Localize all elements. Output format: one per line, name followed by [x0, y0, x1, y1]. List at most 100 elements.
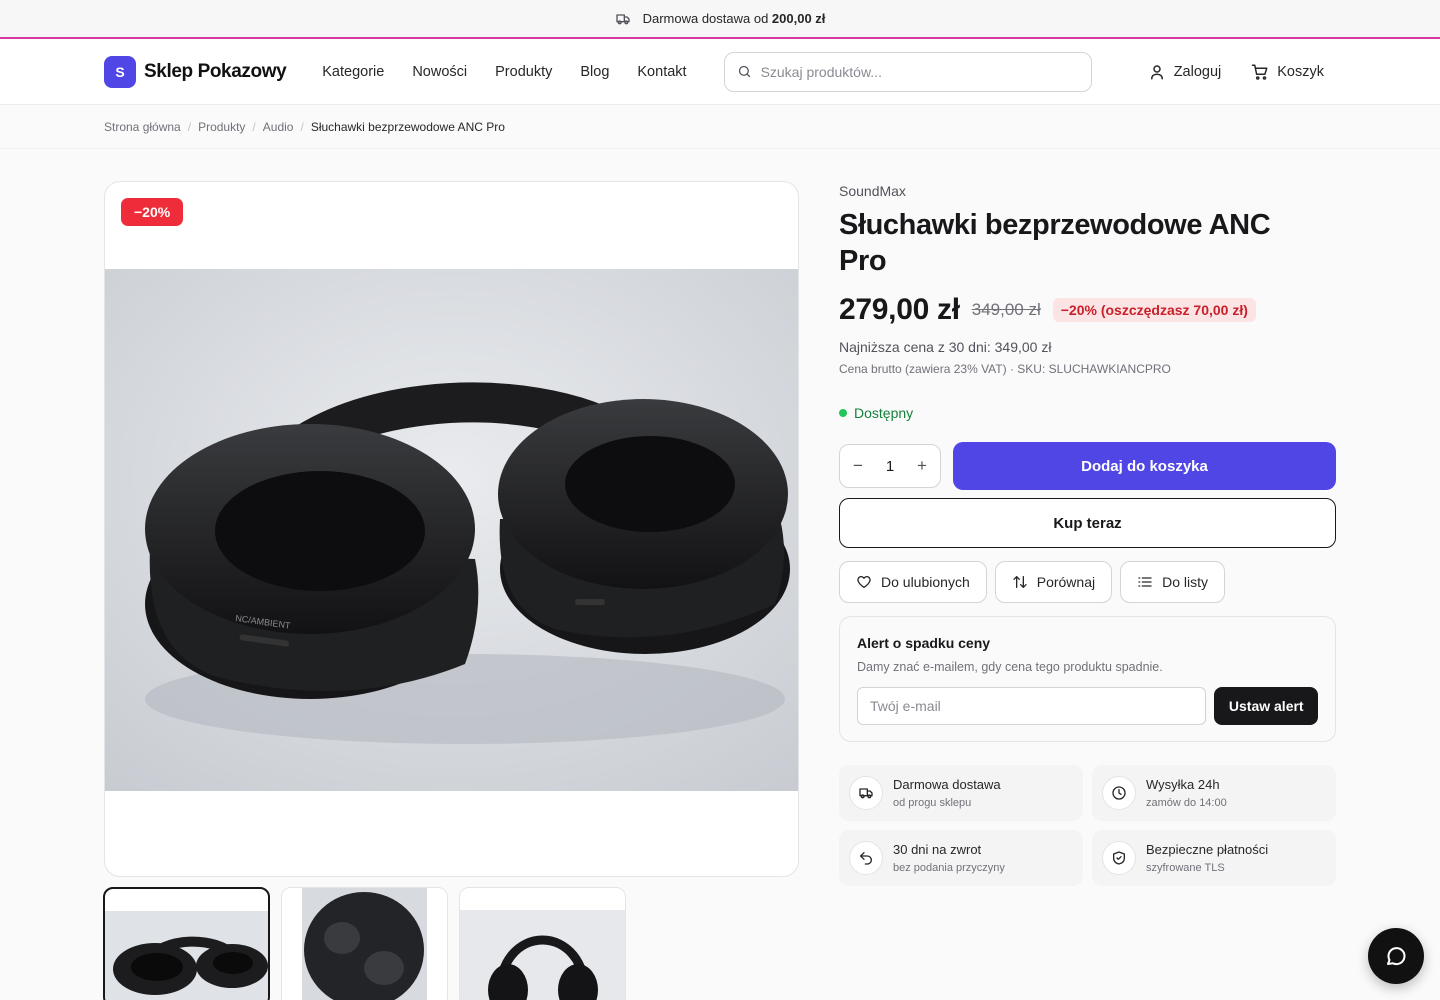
breadcrumb-current: Słuchawki bezprzewodowe ANC Pro: [310, 119, 505, 134]
thumbnail-image: [282, 888, 447, 1000]
nav-kontakt[interactable]: Kontakt: [637, 64, 686, 80]
breadcrumb-products[interactable]: Produkty: [198, 120, 245, 134]
clock-icon: [1112, 786, 1126, 800]
benefit-icon-wrap: [849, 841, 883, 875]
logo-mark: S: [104, 55, 136, 88]
stock-label: Dostępny: [854, 405, 914, 421]
benefit-text: 30 dni na zwrot bez podania przyczyny: [893, 842, 1005, 874]
wishlist-label: Do ulubionych: [881, 574, 970, 590]
search-box[interactable]: [723, 51, 1092, 92]
discount-badge: −20%: [121, 198, 184, 226]
quantity-increase-button[interactable]: +: [915, 456, 929, 476]
shield-icon: [1113, 851, 1125, 865]
list-icon: [1138, 577, 1152, 587]
benefit-text: Bezpieczne płatności szyfrowane TLS: [1146, 842, 1268, 874]
add-to-cart-button[interactable]: Dodaj do koszyka: [953, 442, 1336, 490]
benefit-title: Darmowa dostawa: [893, 777, 1001, 792]
secondary-actions: Do ulubionych Porównaj Do listy: [839, 561, 1336, 603]
benefit-subtitle: bez podania przyczyny: [893, 862, 1005, 874]
benefit-text: Wysyłka 24h zamów do 14:00: [1146, 777, 1227, 809]
cart-link[interactable]: Koszyk: [1251, 63, 1324, 81]
nav-blog[interactable]: Blog: [580, 64, 609, 80]
search-icon: [738, 65, 750, 78]
cart-row: − 1 + Dodaj do koszyka: [839, 442, 1336, 490]
compare-button[interactable]: Porównaj: [994, 561, 1113, 603]
breadcrumb-audio[interactable]: Audio: [263, 120, 294, 134]
benefit-icon-wrap: [849, 776, 883, 810]
quantity-stepper: − 1 +: [839, 444, 941, 488]
compare-label: Porównaj: [1036, 574, 1096, 590]
benefit-text: Darmowa dostawa od progu sklepu: [893, 777, 1001, 809]
product-brand[interactable]: SoundMax: [839, 183, 1336, 199]
benefits-grid: Darmowa dostawa od progu sklepu Wysyłka …: [839, 765, 1336, 886]
chat-button[interactable]: [1368, 928, 1424, 984]
wishlist-button[interactable]: Do ulubionych: [839, 561, 987, 603]
price-alert-box: Alert o spadku ceny Damy znać e-mailem, …: [839, 616, 1336, 742]
return-icon: [860, 852, 872, 865]
nav-kategorie[interactable]: Kategorie: [322, 64, 384, 80]
breadcrumb-separator: /: [300, 119, 304, 134]
benefit-title: 30 dni na zwrot: [893, 842, 982, 857]
main-nav: Kategorie Nowości Produkty Blog Kontakt: [322, 64, 686, 80]
benefit-shipping-24h: Wysyłka 24h zamów do 14:00: [1092, 765, 1336, 821]
set-alert-button[interactable]: Ustaw alert: [1214, 687, 1318, 725]
quantity-value[interactable]: 1: [886, 458, 894, 475]
heart-icon: [857, 576, 871, 588]
logo[interactable]: S Sklep Pokazowy: [104, 55, 287, 88]
compare-arrows-icon: [1013, 576, 1027, 588]
thumbnail-image: [460, 910, 625, 1000]
benefit-icon-wrap: [1102, 776, 1136, 810]
breadcrumb-separator: /: [187, 119, 192, 134]
thumbnail-3[interactable]: [459, 887, 626, 1000]
benefit-free-shipping: Darmowa dostawa od progu sklepu: [839, 765, 1083, 821]
gross-price-info: Cena brutto (zawiera 23% VAT) · SKU: SLU…: [839, 362, 1171, 376]
benefit-title: Wysyłka 24h: [1146, 777, 1220, 792]
nav-produkty[interactable]: Produkty: [495, 64, 552, 80]
current-price: 279,00 zł: [839, 293, 960, 326]
lowest-price-info: Najniższa cena z 30 dni: 349,00 zł: [839, 339, 1052, 355]
price-alert-form: Ustaw alert: [857, 687, 1318, 725]
benefit-returns: 30 dni na zwrot bez podania przyczyny: [839, 830, 1083, 886]
benefit-title: Bezpieczne płatności: [1146, 842, 1269, 857]
benefit-icon-wrap: [1102, 841, 1136, 875]
site-header: S Sklep Pokazowy Kategorie Nowości Produ…: [0, 39, 1440, 105]
benefit-subtitle: od progu sklepu: [893, 797, 972, 809]
quantity-decrease-button[interactable]: −: [851, 456, 865, 476]
thumbnail-image: [105, 911, 268, 1000]
buy-now-button[interactable]: Kup teraz: [839, 498, 1336, 548]
benefit-secure-payments: Bezpieczne płatności szyfrowane TLS: [1092, 830, 1336, 886]
login-label: Zaloguj: [1173, 63, 1222, 80]
stock-status: Dostępny: [839, 405, 1336, 421]
login-link[interactable]: Zaloguj: [1148, 63, 1222, 81]
thumbnail-strip: [103, 887, 626, 1000]
promo-text: Darmowa dostawa od 200,00 zł: [642, 11, 826, 26]
truck-icon: [615, 13, 630, 24]
search-input[interactable]: [760, 63, 1079, 80]
chat-icon: [1387, 947, 1406, 966]
old-price: 349,00 zł: [971, 300, 1041, 319]
nav-nowosci[interactable]: Nowości: [412, 64, 467, 80]
add-to-list-button[interactable]: Do listy: [1120, 561, 1226, 603]
savings-badge: −20% (oszczędzasz 70,00 zł): [1052, 298, 1256, 322]
product-gallery: −20% NC/AMBIENT: [104, 181, 799, 877]
breadcrumb-home[interactable]: Strona główna: [104, 120, 181, 134]
cart-icon: [1252, 64, 1268, 80]
product-page: −20% NC/AMBIENT SoundMax Słuchawki bezpr…: [0, 149, 1440, 1000]
price-alert-title: Alert o spadku ceny: [857, 635, 991, 651]
headphones-photo[interactable]: NC/AMBIENT: [105, 269, 799, 791]
product-title: Słuchawki bezprzewodowe ANC Pro: [839, 209, 1271, 277]
thumbnail-2[interactable]: [281, 887, 448, 1000]
truck-icon: [859, 788, 873, 799]
stock-dot-icon: [839, 409, 847, 417]
product-details: SoundMax Słuchawki bezprzewodowe ANC Pro…: [839, 181, 1336, 886]
header-actions: Zaloguj Koszyk: [1148, 63, 1324, 81]
user-icon: [1150, 64, 1163, 79]
price-alert-email-field[interactable]: [857, 687, 1207, 725]
price-row: 279,00 zł 349,00 zł −20% (oszczędzasz 70…: [839, 293, 1336, 327]
add-to-list-label: Do listy: [1162, 574, 1209, 590]
breadcrumb-separator: /: [252, 119, 256, 134]
thumbnail-1[interactable]: [103, 887, 270, 1000]
price-alert-description: Damy znać e-mailem, gdy cena tego produk…: [857, 660, 1163, 674]
benefit-subtitle: zamów do 14:00: [1146, 797, 1227, 809]
promo-bar: Darmowa dostawa od 200,00 zł: [0, 0, 1440, 39]
